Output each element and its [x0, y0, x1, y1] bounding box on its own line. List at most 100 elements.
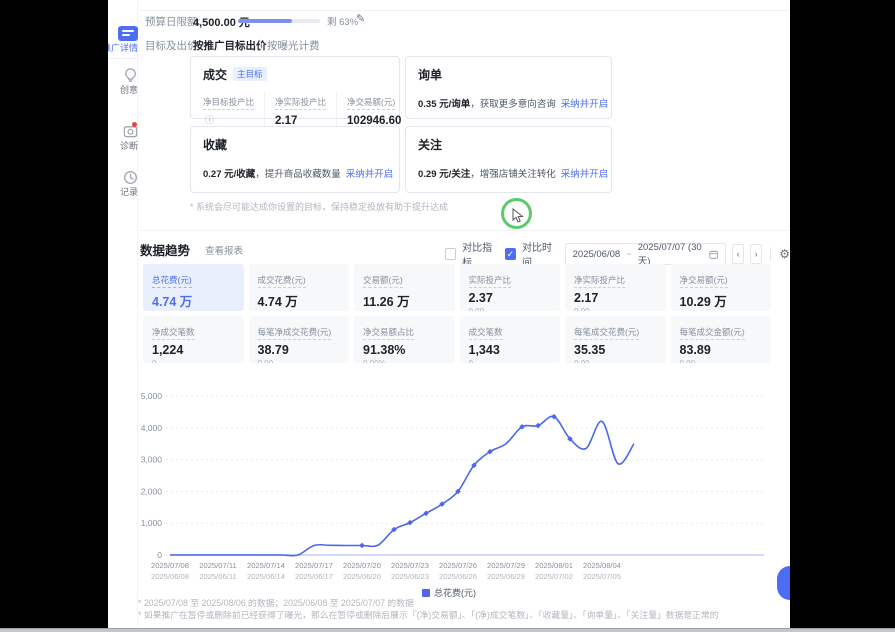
compare-metric-checkbox[interactable]: [445, 248, 456, 260]
trend-chart: 01,0002,0003,0004,0005,0002025/07/082025…: [128, 386, 768, 586]
goal-card-follow: 关注 0.29 元/关注，增强店铺关注转化采纳并开启: [405, 126, 612, 193]
metric-label: 净成交笔数: [152, 326, 195, 340]
metric-label: 总花费(元): [152, 274, 192, 288]
mouse-cursor-icon: [512, 208, 525, 223]
goal-card-title: 收藏: [203, 136, 227, 153]
svg-text:2025/07/29: 2025/07/29: [487, 561, 525, 570]
goal-note: * 系统会尽可能达成你设置的目标，保持稳定投放有助于提升达成: [190, 200, 448, 213]
metric-value: 91.38%: [363, 343, 446, 357]
metric-label: 净交易额占比: [363, 326, 414, 340]
adopt-enable-link[interactable]: 采纳并开启: [561, 169, 609, 180]
budget-remaining: 剩 63%: [327, 14, 358, 28]
svg-text:2025/07/11: 2025/07/11: [199, 561, 236, 570]
settings-gear-icon[interactable]: ⚙: [779, 247, 790, 261]
svg-text:2025/06/08: 2025/06/08: [151, 572, 189, 581]
bidding-option-divider: [260, 39, 261, 49]
metric-label: 每笔净成交花费(元): [258, 326, 332, 340]
metric-label: 净交易额(元): [680, 274, 728, 288]
metric-label: 净实际投产比: [574, 274, 625, 288]
metric-compare-value: 0.00: [574, 307, 657, 311]
svg-text:1,000: 1,000: [141, 518, 163, 528]
floating-side-button[interactable]: [777, 566, 790, 600]
metric-card[interactable]: 实际投产比 2.37 0.00: [460, 264, 561, 311]
svg-text:2025/07/17: 2025/07/17: [295, 561, 333, 570]
sidebar-item-label: 记录: [108, 185, 138, 198]
metric-label: 交易额(元): [363, 274, 403, 288]
metric-compare-value: 0.00%: [363, 359, 446, 363]
metric-value: 1,343: [469, 343, 552, 357]
line-chart-svg: 01,0002,0003,0004,0005,0002025/07/082025…: [128, 386, 768, 586]
svg-text:2025/07/20: 2025/07/20: [343, 561, 381, 570]
adopt-enable-link[interactable]: 采纳并开启: [346, 169, 394, 180]
legend-label: 总花费(元): [434, 588, 476, 598]
bulb-icon: [123, 68, 138, 83]
view-report-link[interactable]: 查看报表: [205, 243, 243, 257]
next-period-button[interactable]: ›: [750, 244, 762, 264]
svg-text:2025/07/08: 2025/07/08: [151, 561, 189, 570]
metric-label: 实际投产比: [469, 274, 512, 288]
metric-card[interactable]: 净交易额占比 91.38% 0.00%: [354, 316, 455, 363]
metric-card[interactable]: 净实际投产比2.170.00: [565, 264, 666, 311]
metric-value: 4.74 万: [258, 291, 341, 310]
metric-compare-value: 0.00: [574, 359, 657, 363]
sidebar-item-label: 推广详情: [108, 41, 138, 54]
sidebar-item-records[interactable]: 记录: [108, 170, 138, 198]
sidebar-divider: [108, 58, 138, 59]
svg-text:2025/08/04: 2025/08/04: [583, 561, 621, 570]
svg-text:2025/07/26: 2025/07/26: [439, 561, 477, 570]
clock-icon: [123, 170, 138, 185]
sidebar-item-creative[interactable]: 创意: [108, 68, 138, 96]
adopt-enable-link[interactable]: 采纳并开启: [561, 99, 609, 110]
sidebar-item-promo-detail[interactable]: 推广详情: [108, 26, 138, 54]
window-bottom-edge: [0, 628, 895, 632]
metric-card[interactable]: 每笔成交金额(元)83.890.00: [671, 316, 772, 363]
metric-card[interactable]: 交易额(元)11.26 万0.00: [354, 264, 455, 311]
metric-value: 38.79: [258, 343, 341, 357]
svg-text:4,000: 4,000: [141, 423, 163, 433]
goal-card-title: 关注: [418, 136, 442, 153]
controls-divider: [770, 247, 771, 261]
metric-card-grid: 总花费(元)4.74 万0.00成交花费(元)4.74 万0.00交易额(元)1…: [143, 264, 771, 363]
svg-text:2025/07/23: 2025/07/23: [391, 561, 429, 570]
metric-value: 2.37: [469, 291, 552, 305]
metric-card[interactable]: 每笔净成交花费(元) 38.79 0.00: [249, 316, 350, 363]
sidebar-item-label: 创意: [108, 83, 138, 96]
budget-progress-bar: [238, 19, 320, 23]
budget-edit-icon[interactable]: ✎: [356, 12, 365, 25]
budget-progress-fill: [238, 19, 292, 23]
metric-compare-value: 0.00: [258, 359, 341, 363]
svg-text:3,000: 3,000: [141, 455, 163, 465]
date-range-picker[interactable]: 2025/06/08 ~ 2025/07/07 (30天): [565, 243, 726, 265]
info-icon[interactable]: ⓘ: [205, 115, 214, 125]
goal-card-title: 成交: [203, 66, 227, 83]
svg-text:2025/06/29: 2025/06/29: [487, 572, 525, 581]
metric-value: 1,224: [152, 343, 235, 357]
metric-card[interactable]: 每笔成交花费(元) 35.35 0.00: [565, 316, 666, 363]
svg-text:5,000: 5,000: [141, 391, 163, 401]
metric-card[interactable]: 净成交笔数 1,224 0: [143, 316, 244, 363]
trend-title: 数据趋势: [140, 240, 190, 259]
metric-card[interactable]: 成交笔数1,3430: [460, 316, 561, 363]
header-divider: [139, 10, 790, 11]
sidebar-item-diagnose[interactable]: 诊断: [108, 124, 138, 152]
sidebar-item-label: 诊断: [108, 139, 138, 152]
metric-card[interactable]: 净交易额(元)10.29 万0.00: [671, 264, 772, 311]
svg-text:0: 0: [157, 550, 162, 560]
metric-label: 每笔成交花费(元): [574, 326, 639, 340]
svg-text:2025/07/02: 2025/07/02: [535, 572, 573, 581]
metric-card[interactable]: 总花费(元)4.74 万0.00: [143, 264, 244, 311]
prev-period-button[interactable]: ‹: [732, 244, 744, 264]
metric-value: 35.35: [574, 343, 657, 357]
date-range-separator: ~: [626, 249, 632, 260]
bidding-option-goal[interactable]: 按推广目标出价: [193, 38, 267, 53]
metric-card[interactable]: 成交花费(元)4.74 万0.00: [249, 264, 350, 311]
goal-card-deal: 成交主目标 净目标投产比ⓘ 2.45✎ 净实际投产比 2.17 净交易额(元) …: [190, 56, 400, 119]
metric-compare-value: 0.00: [469, 307, 552, 311]
app-window: 推广详情 创意 诊断 记录 预算日限额: 4,5: [108, 0, 790, 628]
compare-time-checkbox[interactable]: ✓: [505, 248, 516, 260]
bidding-option-exposure[interactable]: 按曝光计费: [267, 38, 320, 53]
notification-dot: [132, 122, 137, 127]
metric-label: 成交笔数: [469, 326, 503, 340]
metric-compare-value: 0: [152, 359, 235, 363]
primary-goal-badge: 主目标: [233, 67, 267, 81]
